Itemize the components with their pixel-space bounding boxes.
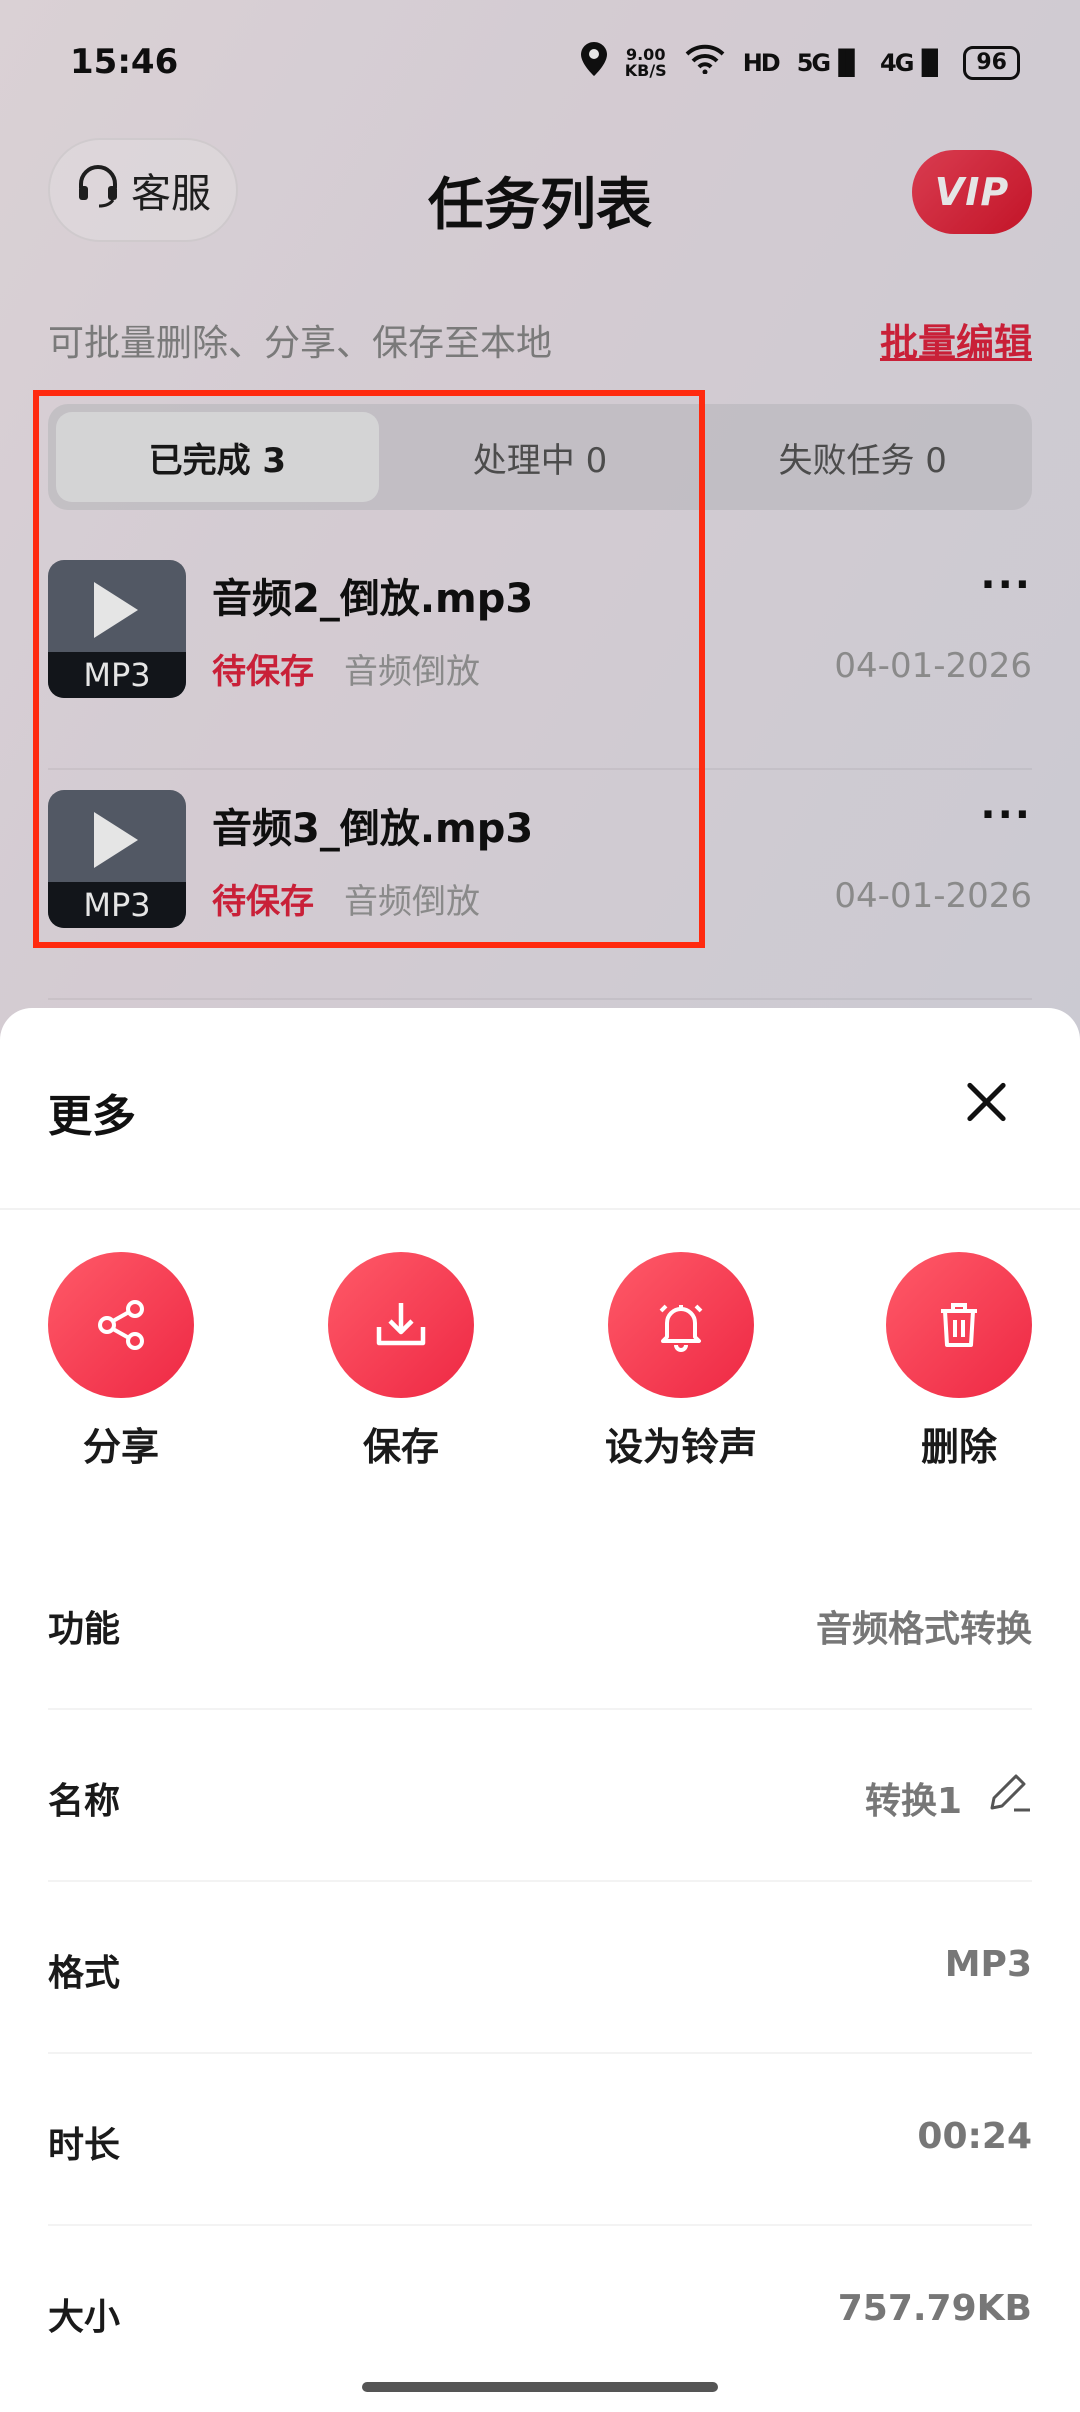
info-label: 格式 bbox=[48, 1953, 121, 1994]
share-icon bbox=[48, 1252, 194, 1398]
info-value: 00:24 bbox=[917, 2116, 1032, 2157]
trash-icon bbox=[886, 1252, 1032, 1398]
share-button[interactable]: 分享 bbox=[48, 1252, 194, 1471]
sheet-header: 更多 bbox=[48, 1068, 1032, 1148]
info-list: 功能 音频格式转换 名称 转换1 格式 MP3 时长 00:24 大小 757.… bbox=[48, 1538, 1032, 2396]
info-row-name: 名称 转换1 bbox=[48, 1710, 1032, 1882]
info-label: 功能 bbox=[48, 1609, 121, 1650]
delete-label: 删除 bbox=[920, 1425, 997, 1469]
set-ringtone-button[interactable]: 设为铃声 bbox=[605, 1252, 757, 1471]
home-indicator[interactable] bbox=[362, 2382, 718, 2392]
highlight-box bbox=[33, 390, 705, 948]
info-value: 转换1 bbox=[864, 1781, 962, 1822]
sheet-title: 更多 bbox=[48, 1091, 136, 1142]
info-row-function: 功能 音频格式转换 bbox=[48, 1538, 1032, 1710]
info-row-duration: 时长 00:24 bbox=[48, 2054, 1032, 2226]
download-icon bbox=[328, 1252, 474, 1398]
more-bottom-sheet: 更多 分享 保存 设为铃声 删除 功能 音频格式转换 名称 转换1 格式 MP3… bbox=[0, 1008, 1080, 2412]
info-value: 757.79KB bbox=[837, 2288, 1032, 2329]
info-label: 时长 bbox=[48, 2125, 121, 2166]
action-row: 分享 保存 设为铃声 删除 bbox=[48, 1252, 1032, 1472]
info-row-size: 大小 757.79KB bbox=[48, 2226, 1032, 2396]
save-label: 保存 bbox=[362, 1425, 439, 1469]
delete-button[interactable]: 删除 bbox=[886, 1252, 1032, 1471]
divider bbox=[0, 1208, 1080, 1210]
close-icon[interactable] bbox=[956, 1072, 1016, 1132]
save-button[interactable]: 保存 bbox=[328, 1252, 474, 1471]
info-value: 音频格式转换 bbox=[815, 1609, 1032, 1650]
bell-icon bbox=[608, 1252, 754, 1398]
pencil-icon[interactable] bbox=[984, 1768, 1032, 1816]
info-label: 名称 bbox=[48, 1781, 121, 1822]
info-label: 大小 bbox=[48, 2297, 121, 2338]
info-row-format: 格式 MP3 bbox=[48, 1882, 1032, 2054]
info-value: MP3 bbox=[944, 1944, 1032, 1985]
set-ringtone-label: 设为铃声 bbox=[604, 1425, 757, 1469]
share-label: 分享 bbox=[82, 1425, 159, 1469]
